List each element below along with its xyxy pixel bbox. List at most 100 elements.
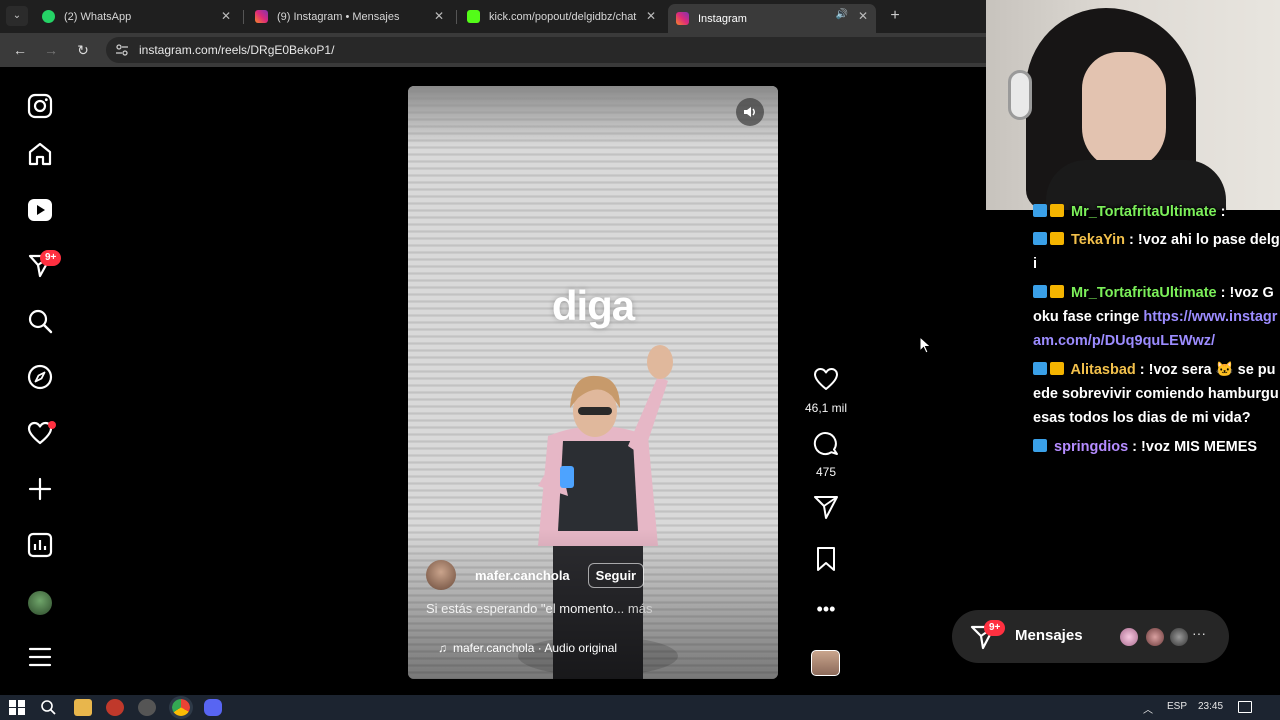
back-arrow-icon[interactable]: ← xyxy=(11,41,29,59)
tray-chevron-icon[interactable]: ︿ xyxy=(1143,701,1153,716)
messages-pill[interactable]: 9+ Mensajes ··· xyxy=(952,610,1229,663)
video-shade xyxy=(408,86,778,146)
tab-divider xyxy=(456,10,457,24)
chat-username: Mr_TortafritaUltimate xyxy=(1071,204,1217,220)
author-username[interactable]: mafer.canchola xyxy=(475,568,570,583)
chat-username: TekaYin xyxy=(1071,232,1126,248)
audio-thumbnail[interactable] xyxy=(811,650,840,676)
comment-bubble-icon xyxy=(813,432,838,455)
app-icon[interactable] xyxy=(138,699,156,716)
file-explorer-icon[interactable] xyxy=(74,699,92,716)
instagram-logo-icon[interactable] xyxy=(26,92,54,120)
create-plus-icon[interactable] xyxy=(26,475,54,503)
audio-link[interactable]: ♫ mafer.canchola · Audio original xyxy=(426,638,617,658)
messages-badge: 9+ xyxy=(40,250,62,266)
profile-avatar[interactable] xyxy=(28,591,52,615)
app-icon[interactable] xyxy=(106,699,124,716)
badge-icon xyxy=(1033,232,1047,245)
taskbar-search-icon[interactable] xyxy=(39,699,57,716)
windows-taskbar: ︿ ESP 23:45 xyxy=(0,695,1280,720)
dashboard-icon[interactable] xyxy=(26,531,54,559)
reel-video[interactable]: diga mafer.canchola Seguir Si estás espe… xyxy=(408,86,778,679)
author-avatar[interactable] xyxy=(426,560,456,590)
site-info-icon[interactable] xyxy=(115,43,129,57)
language-indicator[interactable]: ESP xyxy=(1167,701,1187,712)
messages-count-badge: 9+ xyxy=(984,620,1006,636)
more-options-icon[interactable]: ••• xyxy=(808,600,844,618)
music-note-icon: ♫ xyxy=(438,641,447,655)
stream-chat-overlay: Mr_TortafritaUltimate : TekaYin : !voz a… xyxy=(1033,203,1280,464)
reels-icon[interactable] xyxy=(26,196,54,224)
tab-search-button[interactable]: ⌄ xyxy=(6,6,28,26)
crown-icon xyxy=(1050,204,1064,217)
more-menu-icon[interactable] xyxy=(26,643,54,671)
share-action[interactable] xyxy=(808,494,844,525)
headphones xyxy=(1008,70,1032,120)
speaker-icon[interactable]: 🔊 xyxy=(836,9,848,20)
bookmark-icon xyxy=(817,547,835,571)
heart-icon xyxy=(814,368,838,390)
whatsapp-icon xyxy=(42,10,55,23)
video-overlay-text: diga xyxy=(551,282,635,329)
conversation-avatar[interactable] xyxy=(1118,626,1140,648)
more-conversations-icon[interactable]: ··· xyxy=(1192,625,1206,641)
notification-dot xyxy=(48,421,56,429)
forward-arrow-icon[interactable]: → xyxy=(42,41,60,59)
instagram-sidebar: 9+ xyxy=(0,67,80,695)
search-icon[interactable] xyxy=(26,307,54,335)
close-tab-icon[interactable]: ✕ xyxy=(432,9,446,23)
tab-instagram-active[interactable]: Instagram 🔊 ✕ xyxy=(668,4,876,33)
chat-message: Mr_TortafritaUltimate : !voz Goku fase c… xyxy=(1033,285,1278,349)
crown-icon xyxy=(1050,232,1064,245)
conversation-avatar[interactable] xyxy=(1144,626,1166,648)
close-tab-icon[interactable]: ✕ xyxy=(856,9,870,23)
home-icon[interactable] xyxy=(26,140,54,168)
tab-kick-chat[interactable]: kick.com/popout/delgidbz/chat ✕ xyxy=(459,4,664,29)
comments-count: 475 xyxy=(815,465,837,479)
volume-button[interactable] xyxy=(736,98,764,126)
tab-instagram-messages[interactable]: (9) Instagram • Mensajes ✕ xyxy=(247,4,452,29)
taskbar-clock[interactable]: 23:45 xyxy=(1198,701,1223,712)
tab-divider xyxy=(243,10,244,24)
reel-author-row: mafer.canchola Seguir xyxy=(426,560,645,590)
tab-title: kick.com/popout/delgidbz/chat xyxy=(489,10,637,23)
streamer-webcam xyxy=(986,0,1280,210)
chat-username: Alitasbad xyxy=(1070,362,1136,378)
chat-message: Mr_TortafritaUltimate : xyxy=(1033,203,1280,223)
badge-icon xyxy=(1033,362,1047,375)
chat-message: Alitasbad : !voz sera 🐱 se puede sobrevi… xyxy=(1033,362,1279,426)
save-action[interactable] xyxy=(808,546,844,577)
crown-icon xyxy=(1050,285,1064,298)
close-tab-icon[interactable]: ✕ xyxy=(219,9,233,23)
badge-icon xyxy=(1033,439,1047,452)
follow-button[interactable]: Seguir xyxy=(587,562,645,588)
reload-icon[interactable]: ↻ xyxy=(74,41,92,59)
new-tab-button[interactable]: + xyxy=(886,6,904,26)
like-action[interactable]: 46,1 mil xyxy=(805,366,847,415)
chat-username: Mr_TortafritaUltimate xyxy=(1071,285,1217,301)
badge-icon xyxy=(1033,204,1047,217)
chat-username: springdios xyxy=(1054,439,1129,455)
kick-icon xyxy=(467,10,480,23)
discord-icon[interactable] xyxy=(204,699,222,716)
tab-whatsapp[interactable]: (2) WhatsApp ✕ xyxy=(34,4,239,29)
audio-label: mafer.canchola · Audio original xyxy=(453,641,618,655)
notification-center-icon[interactable] xyxy=(1238,701,1252,713)
tab-title: (2) WhatsApp xyxy=(64,10,132,23)
chrome-icon[interactable] xyxy=(169,696,193,719)
explore-icon[interactable] xyxy=(26,363,54,391)
messages-label: Mensajes xyxy=(1015,627,1083,644)
conversation-avatar[interactable] xyxy=(1168,626,1190,648)
comment-action[interactable]: 475 xyxy=(808,430,844,479)
windows-start-icon[interactable] xyxy=(8,699,26,716)
mouse-cursor-icon xyxy=(919,336,932,354)
webcam-face xyxy=(1082,52,1166,170)
chat-message: TekaYin : !voz ahi lo pase delgi xyxy=(1033,232,1280,272)
instagram-icon xyxy=(676,12,689,25)
tab-title: Instagram xyxy=(698,12,747,25)
caption-more-link[interactable]: ... más xyxy=(613,601,652,616)
close-tab-icon[interactable]: ✕ xyxy=(644,9,658,23)
address-bar[interactable]: instagram.com/reels/DRgE0BekoP1/ xyxy=(106,37,986,63)
screen: ⌄ (2) WhatsApp ✕ (9) Instagram • Mensaje… xyxy=(0,0,1280,720)
url-text: instagram.com/reels/DRgE0BekoP1/ xyxy=(139,43,335,57)
